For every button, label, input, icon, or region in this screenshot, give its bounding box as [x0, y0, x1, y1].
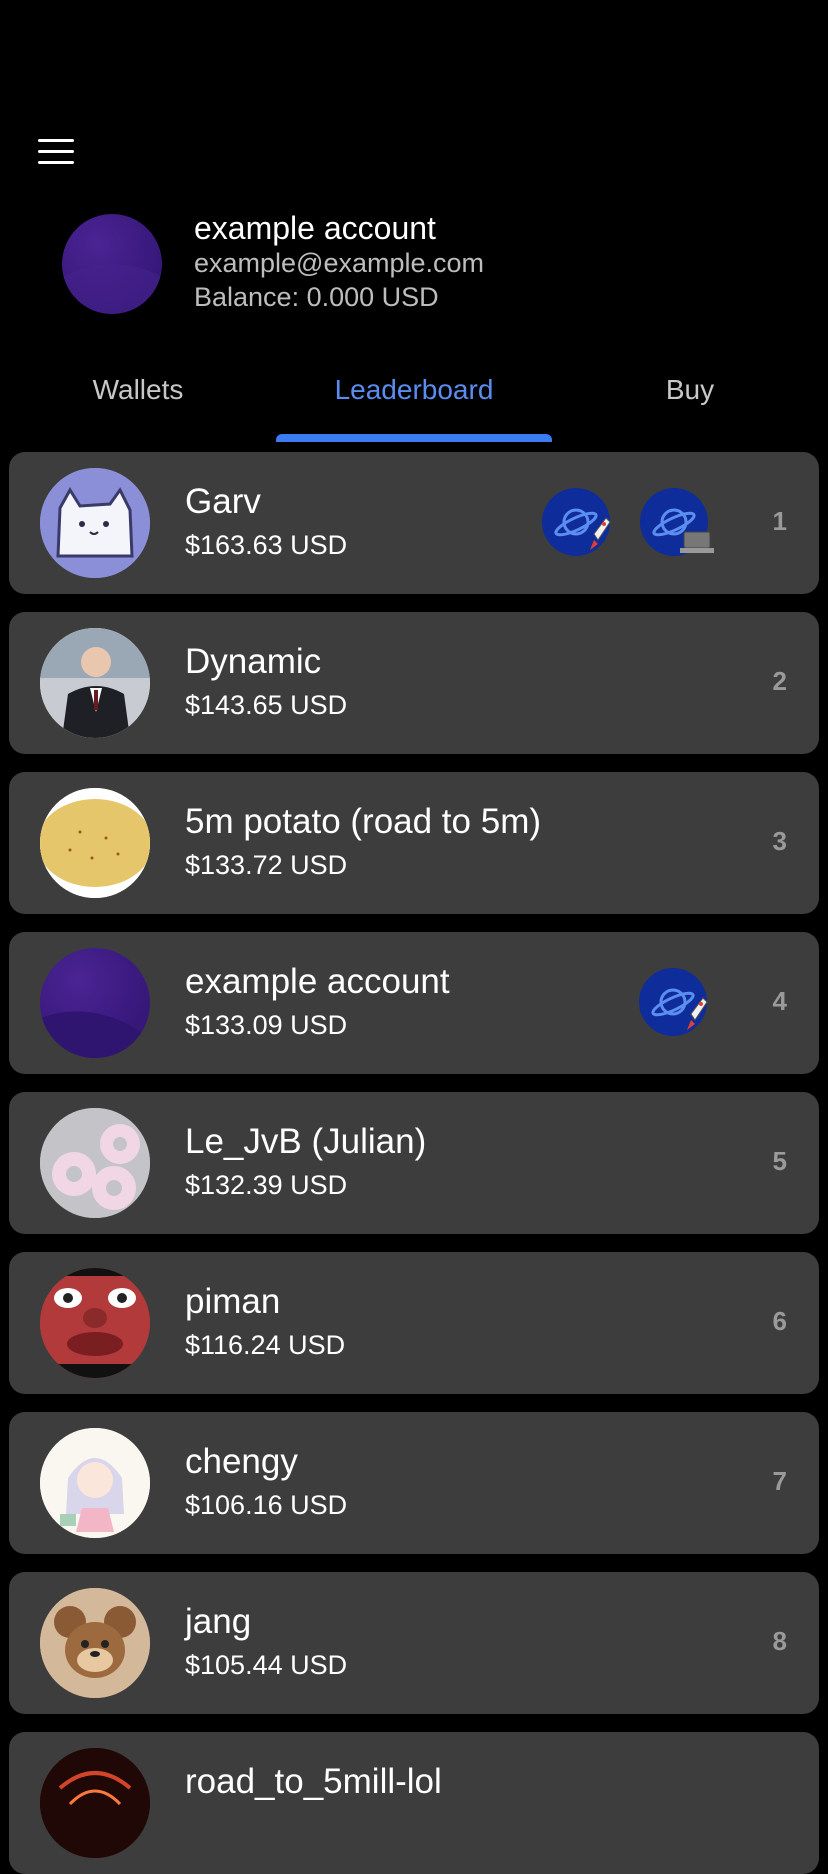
leaderboard-row[interactable]: Le_JvB (Julian) $132.39 USD 5: [9, 1092, 819, 1234]
avatar: [40, 1428, 150, 1538]
player-name: Dynamic: [185, 642, 322, 681]
planet-rocket-icon: [639, 968, 709, 1038]
leaderboard-row[interactable]: example account $133.09 USD 4: [9, 932, 819, 1074]
player-name: chengy: [185, 1442, 298, 1481]
player-name: jang: [185, 1602, 252, 1641]
avatar: [40, 788, 150, 898]
tab-wallets[interactable]: Wallets: [0, 374, 276, 406]
avatar: [40, 1108, 150, 1218]
player-amount: $133.72 USD: [185, 850, 348, 880]
leaderboard-row[interactable]: Dynamic $143.65 USD 2: [9, 612, 819, 754]
active-tab-indicator: [276, 434, 552, 442]
avatar: [40, 468, 150, 578]
tab-leaderboard[interactable]: Leaderboard: [276, 374, 552, 406]
tab-buy[interactable]: Buy: [552, 374, 828, 406]
planet-rocket-icon: [542, 488, 612, 558]
player-rank: 8: [772, 1626, 787, 1656]
leaderboard-row[interactable]: jang $105.44 USD 8: [9, 1572, 819, 1714]
profile-balance: Balance: 0.000 USD: [194, 282, 439, 312]
player-rank: 5: [772, 1146, 787, 1176]
leaderboard-row[interactable]: chengy $106.16 USD 7: [9, 1412, 819, 1554]
player-rank: 3: [772, 826, 787, 856]
player-name: 5m potato (road to 5m): [185, 802, 541, 841]
player-amount: $143.65 USD: [185, 690, 348, 720]
player-amount: $105.44 USD: [185, 1650, 348, 1680]
player-amount: $163.63 USD: [185, 530, 348, 560]
leaderboard-row[interactable]: road_to_5mill-lol: [9, 1732, 819, 1874]
menu-icon[interactable]: [38, 139, 74, 165]
player-rank: 7: [772, 1466, 787, 1496]
player-rank: 1: [772, 506, 787, 536]
player-name: example account: [185, 962, 450, 1001]
player-name: piman: [185, 1282, 281, 1321]
avatar: [40, 1588, 150, 1698]
profile-name: example account: [194, 210, 436, 246]
player-amount: $106.16 USD: [185, 1490, 348, 1520]
leaderboard-row[interactable]: Garv $163.63 USD 1: [9, 452, 819, 594]
player-name: road_to_5mill-lol: [185, 1762, 442, 1801]
avatar: [40, 948, 150, 1058]
player-amount: $133.09 USD: [185, 1010, 348, 1040]
player-rank: 2: [772, 666, 787, 696]
planet-laptop-icon: [640, 488, 714, 558]
avatar[interactable]: [62, 214, 162, 314]
player-amount: $116.24 USD: [185, 1330, 346, 1360]
avatar: [40, 1268, 150, 1378]
player-rank: 6: [772, 1306, 787, 1336]
profile-email: example@example.com: [194, 248, 485, 278]
leaderboard-row[interactable]: 5m potato (road to 5m) $133.72 USD 3: [9, 772, 819, 914]
player-name: Garv: [185, 482, 261, 521]
leaderboard-row[interactable]: piman $116.24 USD 6: [9, 1252, 819, 1394]
avatar: [40, 628, 150, 738]
avatar: [40, 1748, 150, 1858]
player-rank: 4: [772, 986, 787, 1016]
player-amount: $132.39 USD: [185, 1170, 348, 1200]
player-name: Le_JvB (Julian): [185, 1122, 427, 1161]
